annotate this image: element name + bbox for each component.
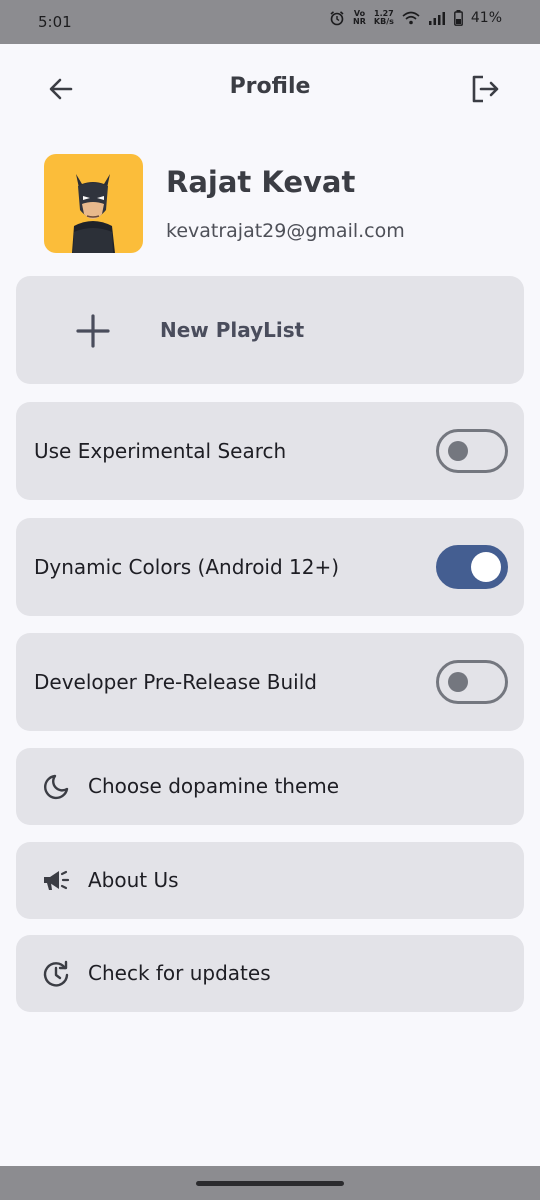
experimental-search-switch[interactable] xyxy=(436,429,508,473)
experimental-search-row[interactable]: Use Experimental Search xyxy=(16,402,524,500)
battery-icon xyxy=(453,10,463,26)
status-time: 5:01 xyxy=(38,13,72,31)
new-playlist-button[interactable]: New PlayList xyxy=(16,276,524,384)
user-email: kevatrajat29@gmail.com xyxy=(166,220,405,242)
about-us-button[interactable]: About Us xyxy=(16,842,524,919)
signal-icon xyxy=(428,12,445,25)
update-clock-icon xyxy=(43,960,69,987)
app-bar: Profile xyxy=(0,44,540,134)
megaphone-icon xyxy=(44,870,70,890)
dynamic-colors-switch[interactable] xyxy=(436,545,508,589)
about-us-label: About Us xyxy=(88,868,179,892)
status-icons: Vo NR 1.27 KB/s 41% xyxy=(329,10,502,26)
avatar[interactable] xyxy=(44,154,143,253)
check-updates-button[interactable]: Check for updates xyxy=(16,935,524,1012)
logout-icon[interactable] xyxy=(468,72,502,106)
plus-icon xyxy=(76,314,110,348)
developer-build-label: Developer Pre-Release Build xyxy=(34,670,317,694)
battery-percent: 41% xyxy=(470,10,502,26)
switch-knob xyxy=(448,441,468,461)
wifi-icon xyxy=(402,11,420,25)
developer-build-switch[interactable] xyxy=(436,660,508,704)
switch-knob xyxy=(471,552,501,582)
batman-avatar-icon xyxy=(72,174,115,253)
alarm-icon xyxy=(330,11,344,26)
gesture-handle[interactable] xyxy=(196,1181,344,1186)
switch-knob xyxy=(448,672,468,692)
experimental-search-label: Use Experimental Search xyxy=(34,439,287,463)
page-title: Profile xyxy=(229,74,311,99)
new-playlist-label: New PlayList xyxy=(160,318,305,342)
network-type: Vo NR xyxy=(353,9,366,26)
moon-icon xyxy=(44,774,69,800)
dynamic-colors-label: Dynamic Colors (Android 12+) xyxy=(34,555,340,579)
dynamic-colors-row[interactable]: Dynamic Colors (Android 12+) xyxy=(16,518,524,616)
developer-build-row[interactable]: Developer Pre-Release Build xyxy=(16,633,524,731)
network-speed: 1.27 KB/s xyxy=(373,9,394,26)
status-bar: 5:01 Vo NR 1.27 KB/s 41% xyxy=(0,0,540,44)
choose-theme-button[interactable]: Choose dopamine theme xyxy=(16,748,524,825)
check-updates-label: Check for updates xyxy=(88,961,271,985)
navigation-bar xyxy=(0,1166,540,1200)
choose-theme-label: Choose dopamine theme xyxy=(88,774,340,798)
user-name: Rajat Kevat xyxy=(166,165,356,199)
